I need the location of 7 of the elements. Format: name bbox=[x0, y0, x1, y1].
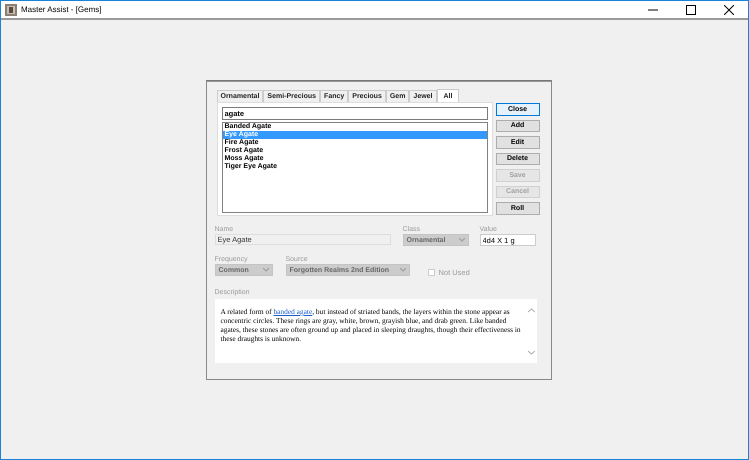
caret-icon bbox=[262, 268, 268, 272]
window-title: Master Assist - [Gems] bbox=[21, 5, 102, 14]
caret-icon bbox=[400, 268, 406, 272]
app-icon bbox=[5, 4, 17, 16]
maximize-icon[interactable] bbox=[686, 4, 696, 14]
caret-icon bbox=[458, 238, 464, 242]
close-icon[interactable] bbox=[724, 4, 734, 14]
